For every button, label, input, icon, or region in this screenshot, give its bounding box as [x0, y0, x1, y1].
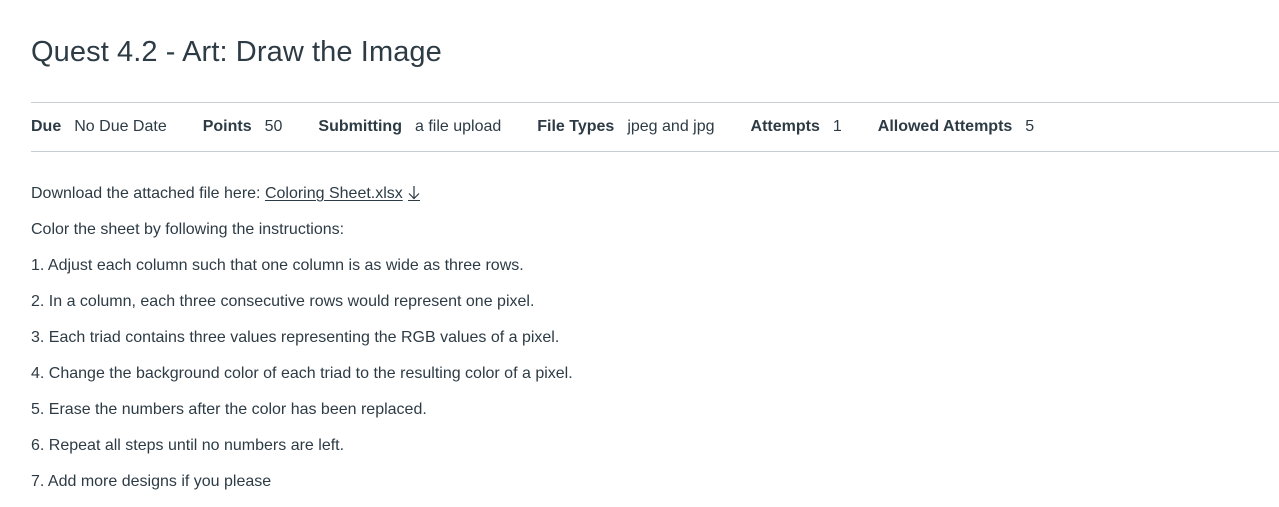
assignment-description: Download the attached file here: Colorin… [31, 183, 1231, 507]
detail-allowed-attempts-value: 5 [1025, 118, 1035, 135]
instructions-intro: Color the sheet by following the instruc… [31, 221, 345, 238]
instruction-step-4: 4. Change the background color of each t… [31, 365, 573, 382]
assignment-details: Due No Due Date Points 50 Submitting a f… [31, 102, 1279, 152]
detail-points-value: 50 [264, 118, 283, 135]
detail-file-types: File Types jpeg and jpg [537, 118, 714, 136]
detail-due: Due No Due Date [31, 118, 167, 136]
file-link[interactable]: Coloring Sheet.xlsx [265, 185, 403, 202]
instruction-step-1: 1. Adjust each column such that one colu… [31, 257, 524, 274]
detail-submitting-value: a file upload [414, 118, 502, 135]
detail-allowed-attempts: Allowed Attempts 5 [878, 118, 1034, 136]
instruction-step-5: 5. Erase the numbers after the color has… [31, 401, 427, 418]
download-arrow-icon[interactable] [407, 185, 421, 208]
download-line: Download the attached file here: Colorin… [31, 183, 1231, 219]
detail-attempts-value: 1 [832, 118, 842, 135]
detail-allowed-attempts-label: Allowed Attempts [877, 118, 1013, 135]
detail-due-label: Due [31, 118, 62, 135]
detail-file-types-label: File Types [537, 118, 615, 135]
instruction-step-2: 2. In a column, each three consecutive r… [31, 293, 535, 310]
detail-attempts-label: Attempts [750, 118, 820, 135]
instruction-step-7: 7. Add more designs if you please [31, 473, 272, 490]
detail-points-label: Points [202, 118, 252, 135]
detail-attempts: Attempts 1 [751, 118, 842, 136]
detail-file-types-value: jpeg and jpg [627, 118, 715, 135]
detail-submitting-label: Submitting [318, 118, 402, 135]
download-prefix: Download the attached file here: [31, 185, 265, 202]
detail-points: Points 50 [203, 118, 283, 136]
detail-submitting: Submitting a file upload [318, 118, 501, 136]
page-title: Quest 4.2 - Art: Draw the Image [31, 36, 442, 68]
detail-due-value: No Due Date [74, 118, 167, 135]
instruction-step-6: 6. Repeat all steps until no numbers are… [31, 437, 345, 454]
instruction-step-3: 3. Each triad contains three values repr… [31, 329, 560, 346]
